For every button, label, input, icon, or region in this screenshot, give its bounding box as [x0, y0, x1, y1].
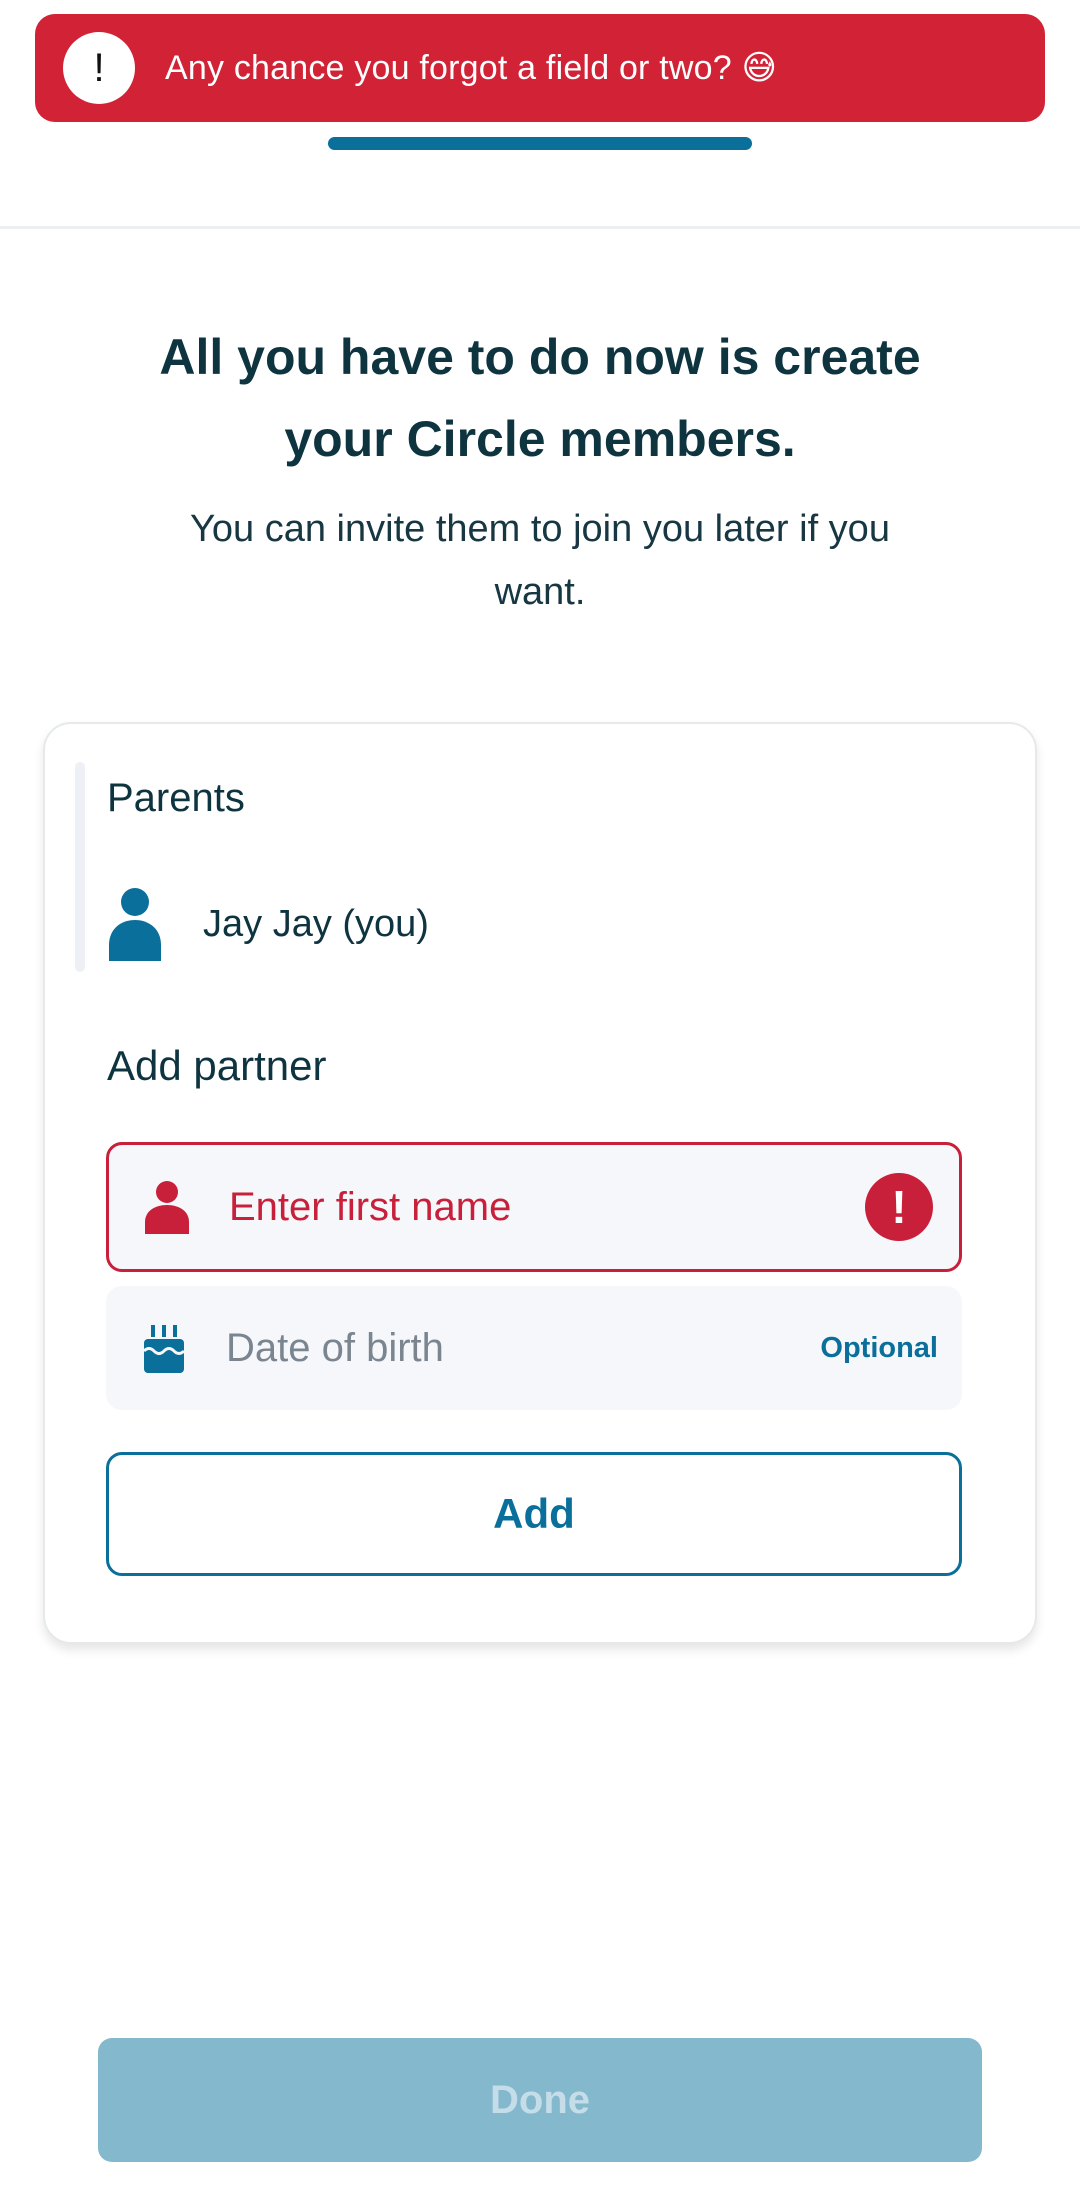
parent-item: Jay Jay (you): [107, 884, 429, 964]
parents-label: Parents: [107, 776, 245, 820]
birthday-cake-icon: [142, 1325, 186, 1373]
optional-label: Optional: [820, 1331, 938, 1364]
add-partner-label: Add partner: [107, 1042, 327, 1089]
exclamation-icon: !: [63, 32, 135, 104]
parent-name: Jay Jay (you): [203, 902, 429, 945]
date-of-birth-input[interactable]: Date of birth: [226, 1326, 820, 1371]
date-of-birth-field[interactable]: Date of birth Optional: [106, 1286, 962, 1410]
error-icon: !: [865, 1173, 933, 1241]
header-divider: [0, 226, 1080, 229]
add-partner-button[interactable]: Add: [106, 1452, 962, 1576]
circle-members-card: Parents Jay Jay (you) Add partner Enter …: [43, 722, 1037, 1644]
page-subtitle: You can invite them to join you later if…: [190, 508, 890, 613]
circle-members-screen: ! Any chance you forgot a field or two? …: [0, 0, 1080, 2190]
toast-message: Any chance you forgot a field or two? 😅: [165, 49, 778, 87]
first-name-field[interactable]: Enter first name !: [106, 1142, 962, 1272]
page-title: All you have to do now is create your Ci…: [159, 329, 921, 467]
error-toast[interactable]: ! Any chance you forgot a field or two? …: [35, 14, 1045, 122]
parents-section-bar: [75, 762, 85, 972]
done-button[interactable]: Done: [98, 2038, 982, 2162]
person-icon: [145, 1181, 189, 1234]
person-icon: [109, 888, 161, 961]
progress-bar: [328, 137, 752, 150]
first-name-input[interactable]: Enter first name: [229, 1185, 865, 1230]
